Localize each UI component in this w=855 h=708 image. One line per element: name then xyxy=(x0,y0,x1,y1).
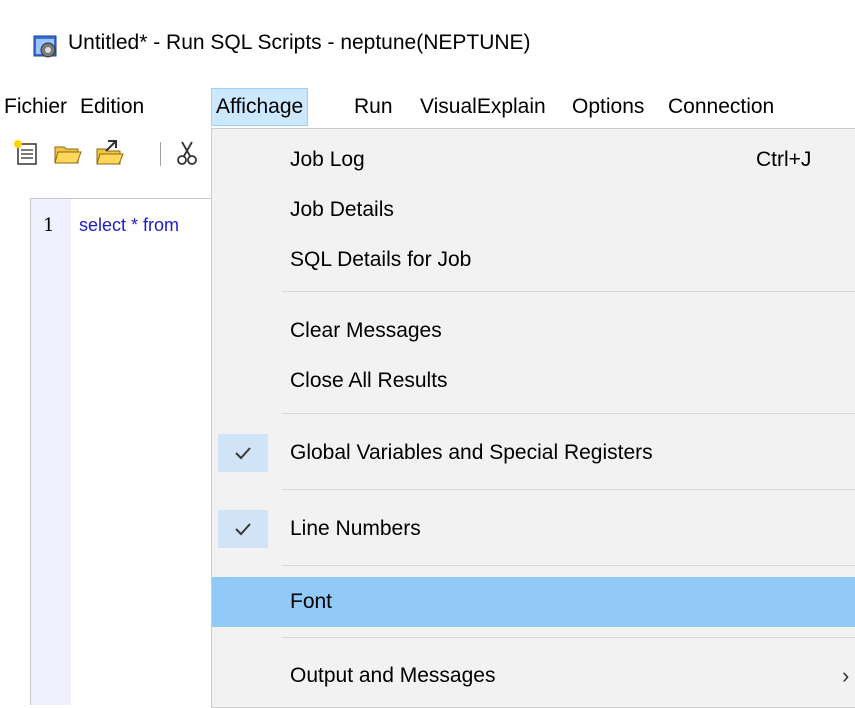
menu-item-label: Close All Results xyxy=(290,369,448,392)
affichage-dropdown-menu: Job Log Ctrl+J Job Details SQL Details f… xyxy=(211,128,855,708)
window-title: Untitled* - Run SQL Scripts - neptune(NE… xyxy=(68,31,531,54)
menu-item-font[interactable]: Font xyxy=(212,577,855,627)
menu-item-clear-messages[interactable]: Clear Messages xyxy=(212,306,855,356)
open-script-icon[interactable] xyxy=(94,138,124,168)
checkmark-icon xyxy=(218,510,268,548)
sql-editor[interactable]: 1 select * from xyxy=(30,198,211,705)
menu-separator xyxy=(282,637,855,638)
menu-item-label: Job Log xyxy=(290,148,365,171)
toolbar xyxy=(0,128,212,178)
menu-item-label: Line Numbers xyxy=(290,517,421,540)
menu-item-label: Global Variables and Special Registers xyxy=(290,441,653,464)
menu-separator xyxy=(282,565,855,566)
menu-item-line-numbers[interactable]: Line Numbers xyxy=(212,504,855,554)
menu-item-output-and-messages[interactable]: Output and Messages › xyxy=(212,651,855,701)
menu-run[interactable]: Run xyxy=(350,88,397,126)
menu-item-label: Clear Messages xyxy=(290,319,442,342)
checkmark-icon xyxy=(218,434,268,472)
submenu-arrow-icon: › xyxy=(842,663,850,688)
menu-item-job-log[interactable]: Job Log Ctrl+J xyxy=(212,135,855,185)
toolbar-separator xyxy=(160,142,161,166)
menu-item-global-variables[interactable]: Global Variables and Special Registers xyxy=(212,428,855,478)
run-sql-app-icon xyxy=(33,35,57,58)
menu-separator xyxy=(282,413,855,414)
menu-item-label: SQL Details for Job xyxy=(290,248,472,271)
new-file-icon[interactable] xyxy=(12,138,42,168)
menu-item-job-details[interactable]: Job Details xyxy=(212,185,855,235)
sql-code-text[interactable]: select * from xyxy=(79,215,211,236)
cut-icon[interactable] xyxy=(172,138,202,168)
open-folder-icon[interactable] xyxy=(52,138,82,168)
menu-options[interactable]: Options xyxy=(568,88,648,126)
menu-item-label: Output and Messages xyxy=(290,664,496,687)
menu-visualexplain[interactable]: VisualExplain xyxy=(416,88,550,126)
menu-affichage[interactable]: Affichage xyxy=(211,88,309,126)
menu-bar: Fichier Edition Affichage Run VisualExpl… xyxy=(0,88,855,128)
menu-item-close-all-results[interactable]: Close All Results xyxy=(212,356,855,406)
line-number-gutter: 1 xyxy=(31,199,71,705)
menu-connection[interactable]: Connection xyxy=(664,88,778,126)
menu-item-label: Job Details xyxy=(290,198,394,221)
menu-separator xyxy=(282,291,855,292)
menu-edition[interactable]: Edition xyxy=(76,88,148,126)
title-bar: Untitled* - Run SQL Scripts - neptune(NE… xyxy=(0,0,855,88)
menu-fichier[interactable]: Fichier xyxy=(0,88,71,126)
menu-separator xyxy=(282,489,855,490)
menu-item-sql-details-for-job[interactable]: SQL Details for Job xyxy=(212,235,855,285)
line-number: 1 xyxy=(43,215,55,236)
shortcut-label: Ctrl+J xyxy=(756,148,812,171)
menu-item-label: Font xyxy=(290,590,333,613)
